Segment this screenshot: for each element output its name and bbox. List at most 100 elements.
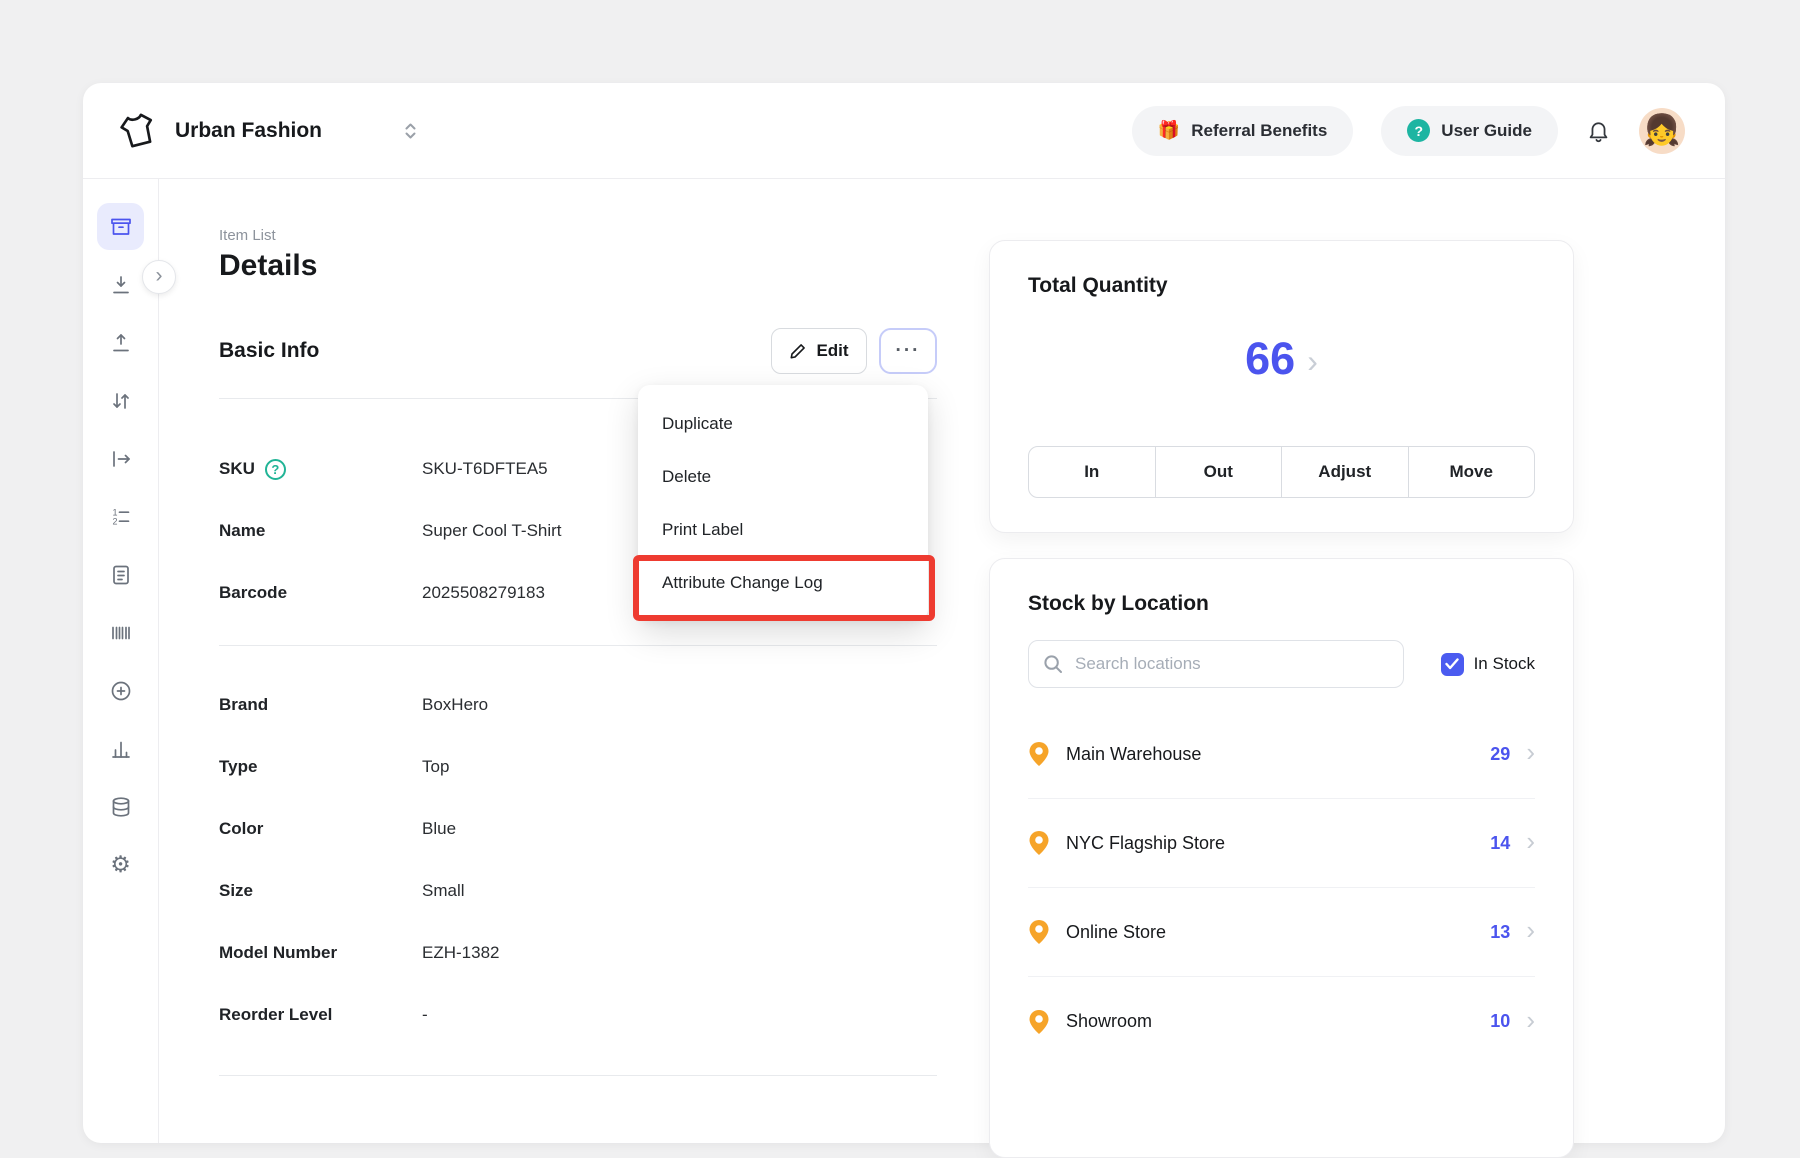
- menu-item-print-label[interactable]: Print Label: [638, 503, 928, 556]
- location-pin-icon: [1028, 830, 1050, 856]
- check-icon: [1445, 658, 1459, 670]
- referral-benefits-label: Referral Benefits: [1191, 121, 1327, 141]
- location-name: Main Warehouse: [1066, 744, 1201, 765]
- sidebar-item-item-list[interactable]: [97, 203, 144, 250]
- location-pin-icon: [1028, 1009, 1050, 1035]
- location-row-main-warehouse[interactable]: Main Warehouse 29 ›: [1028, 710, 1535, 799]
- total-quantity-title: Total Quantity: [1028, 274, 1168, 298]
- move-button[interactable]: Move: [1408, 446, 1536, 498]
- stock-by-location-card: Stock by Location: [989, 558, 1574, 1158]
- in-button[interactable]: In: [1028, 446, 1156, 498]
- sidebar-item-adjust-stock[interactable]: [97, 377, 144, 424]
- chevron-right-icon[interactable]: ›: [1307, 339, 1318, 380]
- sidebar-item-settings[interactable]: ⚙: [97, 841, 144, 888]
- field-row-type: Type Top: [219, 736, 937, 798]
- field-value: Blue: [422, 819, 456, 839]
- app-window: Urban Fashion 🎁 Referral Benefits ? User…: [83, 83, 1725, 1143]
- pencil-icon: [789, 342, 807, 360]
- barcode-label-icon: [109, 621, 133, 645]
- top-header: Urban Fashion 🎁 Referral Benefits ? User…: [83, 83, 1725, 179]
- field-value: Top: [422, 757, 449, 777]
- tshirt-logo-icon: [113, 106, 163, 156]
- field-value: SKU-T6DFTEA5: [422, 459, 548, 479]
- workspace-title: Urban Fashion: [175, 119, 322, 143]
- sidebar-item-stock-out[interactable]: [97, 319, 144, 366]
- field-value: -: [422, 1005, 428, 1025]
- basic-info-header: Basic Info Edit ···: [219, 328, 937, 374]
- search-icon: [1043, 654, 1063, 679]
- sidebar-item-inventory-count[interactable]: 1 2: [97, 493, 144, 540]
- field-value: Super Cool T-Shirt: [422, 521, 562, 541]
- field-row-size: Size Small: [219, 860, 937, 922]
- location-name: Showroom: [1066, 1011, 1152, 1032]
- page-title: Details: [219, 249, 317, 283]
- location-name: Online Store: [1066, 922, 1166, 943]
- menu-item-delete[interactable]: Delete: [638, 450, 928, 503]
- field-label: Type: [219, 757, 422, 777]
- location-pin-icon: [1028, 741, 1050, 767]
- sidebar-expand-button[interactable]: ›: [142, 260, 176, 294]
- in-stock-label: In Stock: [1474, 654, 1535, 674]
- sidebar-item-analytics[interactable]: [97, 725, 144, 772]
- field-value: 2025508279183: [422, 583, 545, 603]
- location-row-showroom[interactable]: Showroom 10 ›: [1028, 977, 1535, 1066]
- sidebar-item-transactions[interactable]: [97, 551, 144, 598]
- chevron-right-icon: ›: [156, 264, 163, 288]
- location-search: [1028, 640, 1404, 688]
- svg-text:2: 2: [112, 516, 117, 526]
- sidebar-item-barcode-label[interactable]: [97, 609, 144, 656]
- edit-button[interactable]: Edit: [771, 328, 867, 374]
- location-quantity: 29: [1490, 744, 1510, 765]
- sidebar-item-stock-in[interactable]: [97, 261, 144, 308]
- in-stock-checkbox[interactable]: [1441, 653, 1464, 676]
- total-quantity-value[interactable]: 66: [1245, 333, 1295, 385]
- user-avatar[interactable]: 👧: [1639, 108, 1685, 154]
- gear-icon: ⚙: [110, 853, 131, 876]
- divider: [219, 1075, 937, 1076]
- basic-info-title: Basic Info: [219, 339, 319, 363]
- location-pin-icon: [1028, 919, 1050, 945]
- stock-out-icon: [109, 331, 133, 355]
- chevron-right-icon: ›: [1526, 1007, 1535, 1037]
- chevron-right-icon: ›: [1526, 739, 1535, 769]
- item-list-icon: [109, 215, 133, 239]
- menu-item-duplicate[interactable]: Duplicate: [638, 397, 928, 450]
- field-value: BoxHero: [422, 695, 488, 715]
- field-label: Name: [219, 521, 422, 541]
- referral-benefits-button[interactable]: 🎁 Referral Benefits: [1132, 106, 1353, 156]
- data-center-icon: [109, 795, 133, 819]
- field-label: Reorder Level: [219, 1005, 422, 1025]
- in-stock-filter[interactable]: In Stock: [1441, 653, 1535, 676]
- sidebar-item-purchase-sales[interactable]: [97, 667, 144, 714]
- location-row-nyc-flagship-store[interactable]: NYC Flagship Store 14 ›: [1028, 799, 1535, 888]
- move-stock-icon: [109, 447, 133, 471]
- out-button[interactable]: Out: [1155, 446, 1283, 498]
- user-guide-label: User Guide: [1441, 121, 1532, 141]
- more-icon: ···: [896, 340, 921, 362]
- workspace-switcher-icon[interactable]: [402, 121, 419, 141]
- field-label: Barcode: [219, 583, 422, 603]
- field-label: SKU: [219, 459, 255, 479]
- search-locations-input[interactable]: [1028, 640, 1404, 688]
- location-quantity: 13: [1490, 922, 1510, 943]
- sidebar-item-data-center[interactable]: [97, 783, 144, 830]
- field-row-reorder-level: Reorder Level -: [219, 984, 937, 1046]
- transactions-icon: [109, 563, 133, 587]
- location-list: Main Warehouse 29 › NYC Flagship Store 1…: [1028, 710, 1535, 1066]
- help-icon[interactable]: ?: [265, 459, 286, 480]
- stock-action-group: In Out Adjust Move: [1028, 446, 1535, 498]
- breadcrumb[interactable]: Item List: [219, 227, 276, 244]
- field-label: Model Number: [219, 943, 422, 963]
- menu-item-attribute-change-log[interactable]: Attribute Change Log: [638, 556, 928, 609]
- notifications-bell-icon[interactable]: [1586, 118, 1611, 143]
- location-row-online-store[interactable]: Online Store 13 ›: [1028, 888, 1535, 977]
- more-actions-button[interactable]: ···: [879, 328, 937, 374]
- adjust-button[interactable]: Adjust: [1281, 446, 1409, 498]
- purchase-sales-icon: [109, 679, 133, 703]
- sidebar-item-move-stock[interactable]: [97, 435, 144, 482]
- user-guide-button[interactable]: ? User Guide: [1381, 106, 1558, 156]
- location-quantity: 14: [1490, 833, 1510, 854]
- chevron-right-icon: ›: [1526, 828, 1535, 858]
- inventory-count-icon: 1 2: [109, 505, 133, 529]
- stock-search-row: In Stock: [1028, 640, 1535, 688]
